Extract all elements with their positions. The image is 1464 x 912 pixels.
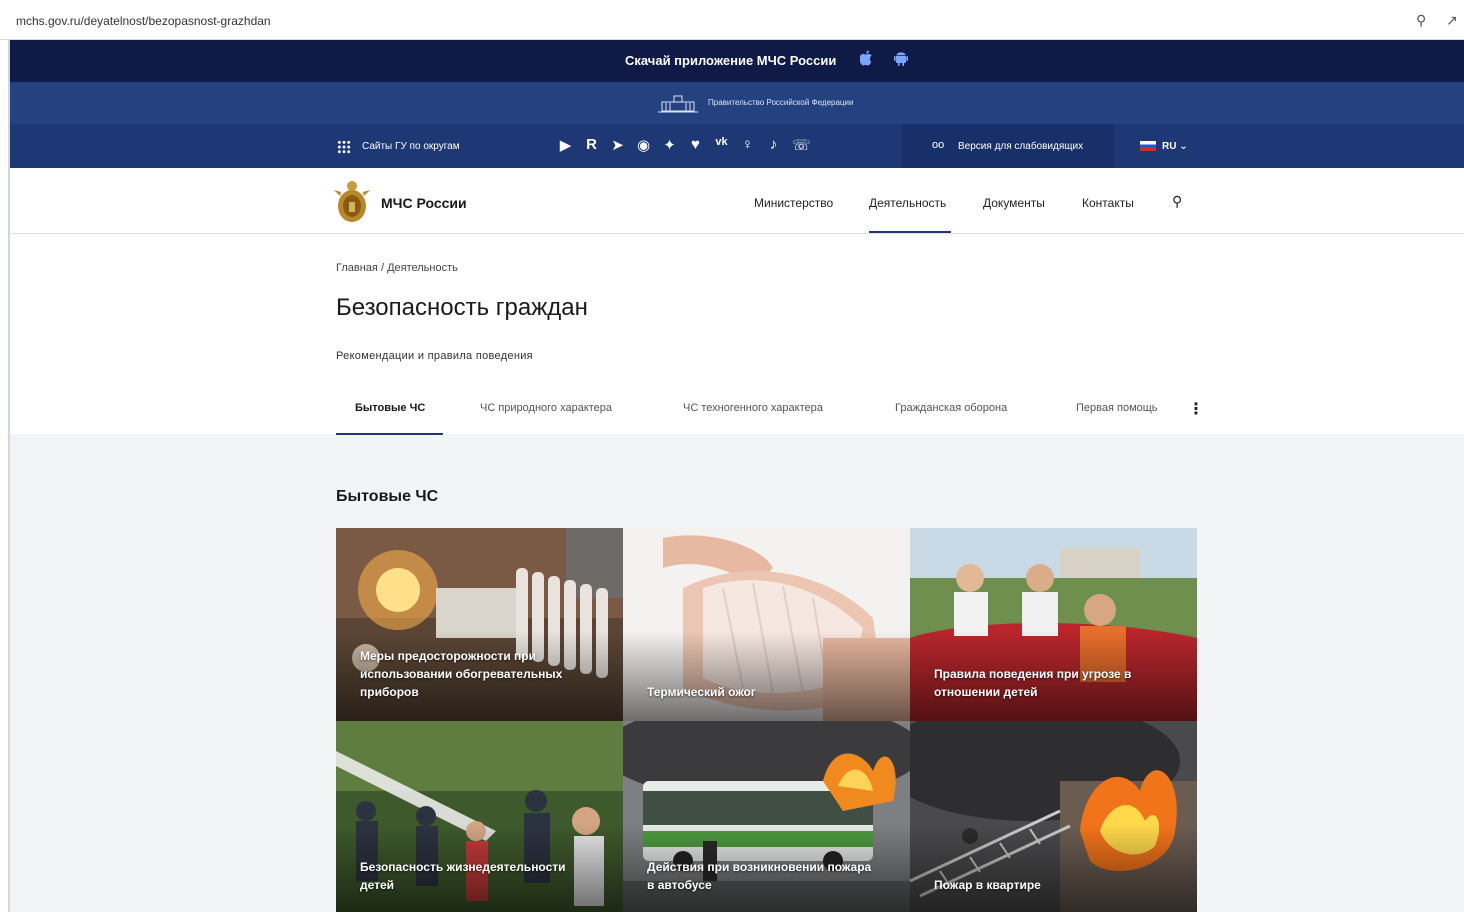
nav-documents[interactable]: Документы	[983, 196, 1045, 210]
regional-sites-link[interactable]: Сайты ГУ по округам	[362, 141, 460, 152]
nav-ministry[interactable]: Министерство	[754, 196, 833, 210]
nav-contacts[interactable]: Контакты	[1082, 196, 1134, 210]
government-bar: Правительство Российской Федерации	[10, 82, 1464, 124]
card-caption: Действия при возникновении пожара в авто…	[647, 860, 872, 892]
card-caption: Пожар в квартире	[934, 878, 1041, 892]
category-tabs: Бытовые ЧС ЧС природного характера ЧС те…	[336, 399, 1204, 435]
russian-flag-icon[interactable]	[1140, 141, 1156, 151]
tab-civil-defense[interactable]: Гражданская оборона	[895, 402, 1007, 414]
tab-natural[interactable]: ЧС природного характера	[480, 402, 612, 414]
language-label: RU	[1162, 141, 1177, 152]
card-bus-fire[interactable]: Действия при возникновении пожара в авто…	[623, 721, 910, 912]
breadcrumb: Главная / Деятельность	[336, 262, 458, 274]
mchs-emblem-logo[interactable]	[334, 178, 370, 224]
rutube-icon[interactable]: R	[584, 136, 599, 154]
social-links: ▶ R ➤ ◉ ✦ ♥ vk ♀ ♪ ☏	[558, 136, 811, 154]
twitter-icon[interactable]: ✦	[662, 136, 677, 154]
android-icon[interactable]	[894, 50, 908, 71]
address-bar[interactable]: mchs.gov.ru/deyatelnost/bezopasnost-graz…	[16, 14, 271, 28]
tab-household[interactable]: Бытовые ЧС	[355, 402, 425, 414]
page-title: Безопасность граждан	[336, 294, 588, 321]
card-shade	[623, 631, 910, 721]
zoom-out-icon[interactable]: ⚲	[1416, 12, 1426, 29]
card-heaters[interactable]: Меры предосторожности при использовании …	[336, 528, 623, 721]
chevron-down-icon: ⌄	[1179, 141, 1188, 152]
active-nav-indicator	[869, 231, 951, 233]
apple-icon[interactable]	[859, 50, 874, 71]
government-link[interactable]: Правительство Российской Федерации	[708, 98, 853, 107]
card-apartment-fire[interactable]: Пожар в квартире	[910, 721, 1197, 912]
share-icon[interactable]: ↗	[1446, 12, 1458, 29]
app-promo-bar: Скачай приложение МЧС России	[10, 40, 1464, 82]
breadcrumb-separator: /	[380, 262, 384, 274]
viber-icon[interactable]: ☏	[792, 136, 811, 154]
more-vertical-icon[interactable]: ⋮	[1188, 399, 1204, 419]
card-caption: Правила поведения при угрозе в отношении…	[934, 667, 1132, 699]
section-title: Бытовые ЧС	[336, 488, 439, 505]
card-thermal-burn[interactable]: Термический ожог	[623, 528, 910, 721]
site-header: МЧС России Министерство Деятельность Док…	[10, 168, 1464, 234]
browser-toolbar: mchs.gov.ru/deyatelnost/bezopasnost-graz…	[0, 0, 1464, 40]
active-tab-indicator	[336, 433, 443, 435]
nav-activity[interactable]: Деятельность	[869, 196, 946, 210]
government-building-icon	[658, 95, 698, 113]
card-child-safety[interactable]: Безопасность жизнедеятельности детей	[336, 721, 623, 912]
telegram-icon[interactable]: ➤	[610, 136, 625, 154]
glasses-icon: oo	[932, 139, 945, 151]
card-caption: Термический ожог	[647, 685, 756, 699]
breadcrumb-current[interactable]: Деятельность	[387, 262, 458, 274]
low-vision-label: Версия для слабовидящих	[958, 141, 1084, 152]
card-grid: Меры предосторожности при использовании …	[336, 528, 1197, 912]
card-shade	[910, 824, 1197, 912]
card-caption: Меры предосторожности при использовании …	[360, 649, 563, 699]
low-vision-version[interactable]: oo Версия для слабовидящих	[902, 124, 1114, 168]
app-promo-text[interactable]: Скачай приложение МЧС России	[625, 53, 836, 68]
odnoklassniki-icon[interactable]: ♀	[740, 136, 755, 154]
tiktok-icon[interactable]: ♪	[766, 136, 781, 154]
ok-icon[interactable]: ◉	[636, 136, 651, 154]
tab-technogenic[interactable]: ЧС техногенного характера	[683, 402, 823, 414]
vk-icon[interactable]: vk	[714, 136, 729, 154]
card-children-threat[interactable]: Правила поведения при угрозе в отношении…	[910, 528, 1197, 721]
youtube-icon[interactable]: ▶	[558, 136, 573, 154]
search-icon[interactable]: ⚲	[1172, 193, 1182, 210]
page-subtitle: Рекомендации и правила поведения	[336, 350, 533, 362]
card-caption: Безопасность жизнедеятельности детей	[360, 860, 566, 892]
breadcrumb-home[interactable]: Главная	[336, 262, 378, 274]
utility-bar: Сайты ГУ по округам ▶ R ➤ ◉ ✦ ♥ vk ♀ ♪ ☏…	[10, 124, 1464, 168]
tab-first-aid[interactable]: Первая помощь	[1076, 402, 1158, 414]
language-selector[interactable]: RU ⌄	[1162, 141, 1188, 152]
brand-name[interactable]: МЧС России	[381, 195, 467, 211]
grid-icon[interactable]	[337, 140, 351, 154]
heart-icon[interactable]: ♥	[688, 136, 703, 154]
